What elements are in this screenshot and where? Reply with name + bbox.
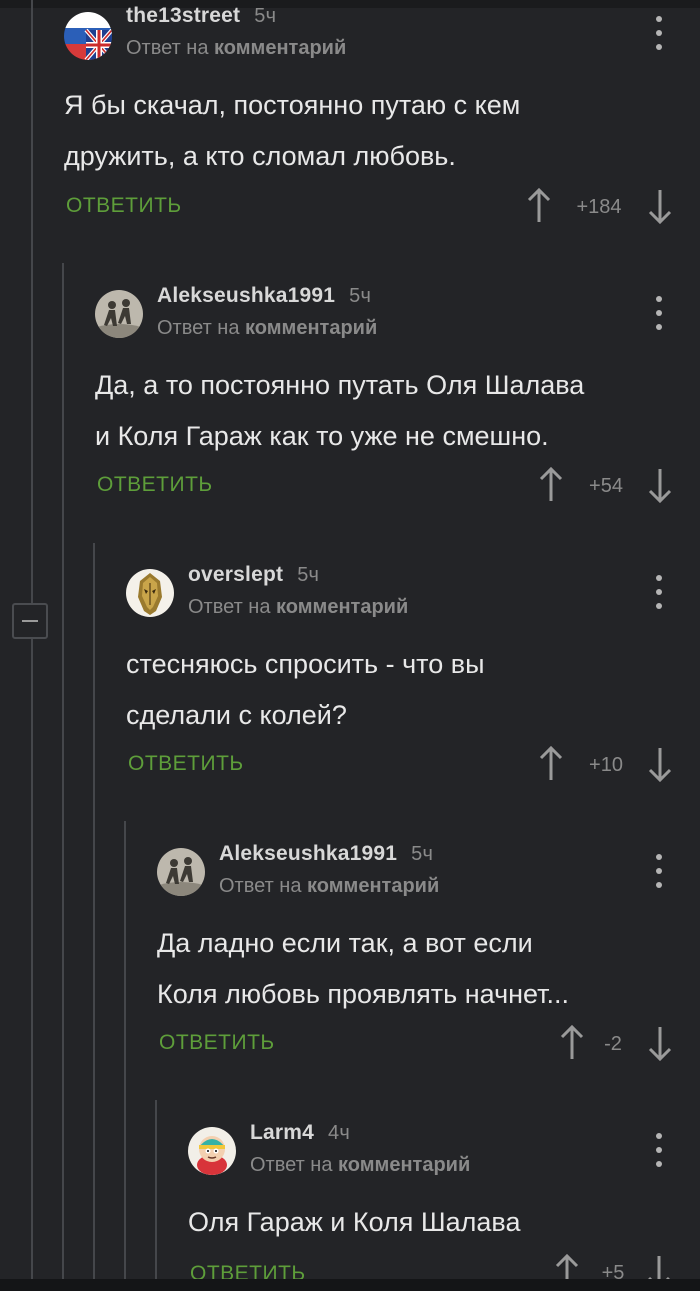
avatar[interactable] <box>157 848 205 896</box>
kebab-menu-icon[interactable] <box>654 1133 664 1167</box>
comment-time: 5ч <box>349 285 372 307</box>
username[interactable]: overslept 5ч <box>188 563 319 587</box>
comment-time: 4ч <box>328 1122 350 1144</box>
comment-body-line: Да ладно если так, а вот если <box>157 928 533 958</box>
reply-target-link[interactable]: комментарий <box>338 1154 470 1176</box>
reply-prefix: Ответ на <box>188 596 271 618</box>
reply-to-line: Ответ на комментарий <box>188 596 408 619</box>
arrow-down-icon[interactable] <box>647 188 673 224</box>
vote-controls: +10 <box>536 746 676 786</box>
reply-to-line: Ответ на комментарий <box>250 1154 470 1177</box>
vote-controls: +54 <box>536 467 676 507</box>
avatar[interactable] <box>188 1127 236 1175</box>
thread-line-level-4 <box>124 821 126 1279</box>
avatar[interactable] <box>64 12 112 60</box>
comment-5: Larm4 4ч Ответ на комментарий Оля Гараж и… <box>188 1107 700 1279</box>
arrow-up-icon[interactable] <box>526 188 552 224</box>
username[interactable]: Alekseushka1991 5ч <box>157 284 371 308</box>
silhouette-photo-avatar-icon <box>157 848 205 896</box>
vote-controls: -2 <box>557 1025 677 1065</box>
comment-body: Да ладно если так, а вот если Коля любов… <box>157 918 569 1020</box>
arrow-up-icon[interactable] <box>554 1254 580 1279</box>
arrow-down-icon[interactable] <box>647 746 673 782</box>
username-text[interactable]: Larm4 <box>250 1121 314 1144</box>
silhouette-photo-avatar-icon <box>95 290 143 338</box>
comment-time: 5ч <box>297 564 320 586</box>
vote-score: +54 <box>589 475 623 497</box>
avatar[interactable] <box>126 569 174 617</box>
comment-body-line: Да, а то постоянно путать Оля Шалава <box>95 370 585 400</box>
thread-line-level-5 <box>155 1100 157 1279</box>
reply-to-line: Ответ на комментарий <box>157 317 377 340</box>
username-text[interactable]: Alekseushka1991 <box>157 284 335 307</box>
comment-1: the13street 5ч Ответ на комментарий Я бы … <box>64 0 700 280</box>
username[interactable]: Larm4 4ч <box>250 1121 350 1145</box>
golden-mask-avatar-icon <box>126 569 174 617</box>
username-text[interactable]: Alekseushka1991 <box>219 842 397 865</box>
comment-time: 5ч <box>254 5 277 27</box>
avatar[interactable] <box>95 290 143 338</box>
username-text[interactable]: the13street <box>126 4 240 27</box>
comment-body-line: Я бы скачал, постоянно путаю с кем <box>64 90 521 120</box>
vote-score: +184 <box>576 196 622 218</box>
arrow-down-icon[interactable] <box>647 1025 673 1061</box>
reply-button[interactable]: ОТВЕТИТЬ <box>66 194 182 218</box>
vote-score: +5 <box>601 1262 625 1279</box>
kebab-menu-icon[interactable] <box>654 854 664 888</box>
arrow-up-icon[interactable] <box>538 467 564 503</box>
reply-prefix: Ответ на <box>250 1154 333 1176</box>
arrow-down-icon[interactable] <box>647 467 673 503</box>
comment-body: Оля Гараж и Коля Шалава <box>188 1197 521 1248</box>
kebab-menu-icon[interactable] <box>654 575 664 609</box>
arrow-up-icon[interactable] <box>538 746 564 782</box>
reply-target-link[interactable]: комментарий <box>276 596 408 618</box>
username[interactable]: the13street 5ч <box>126 4 276 28</box>
vote-controls: +184 <box>524 188 674 228</box>
comment-4: Alekseushka1991 5ч Ответ на комментарий Д… <box>157 828 700 1108</box>
reply-to-line: Ответ на комментарий <box>126 37 346 60</box>
arrow-down-icon[interactable] <box>646 1254 672 1279</box>
thread-line-level-1 <box>31 0 33 1279</box>
reply-button[interactable]: ОТВЕТИТЬ <box>159 1031 275 1055</box>
comment-body-line: Коля любовь проявлять начнет... <box>157 979 570 1009</box>
reply-prefix: Ответ на <box>126 37 209 59</box>
comment-body-line: сделали с колей? <box>126 700 347 730</box>
reply-to-line: Ответ на комментарий <box>219 875 439 898</box>
comment-body: стесняюсь спросить - что вы сделали с ко… <box>126 639 485 741</box>
username[interactable]: Alekseushka1991 5ч <box>219 842 433 866</box>
comment-time: 5ч <box>411 843 434 865</box>
reply-button[interactable]: ОТВЕТИТЬ <box>97 473 213 497</box>
comment-2: Alekseushka1991 5ч Ответ на комментарий Д… <box>95 270 700 550</box>
username-text[interactable]: overslept <box>188 563 283 586</box>
comment-body: Я бы скачал, постоянно путаю с кем дружи… <box>64 80 520 182</box>
reply-prefix: Ответ на <box>219 875 302 897</box>
vote-controls: +5 <box>552 1254 672 1279</box>
thread-line-level-3 <box>93 543 95 1279</box>
vote-score: -2 <box>604 1033 622 1055</box>
reply-target-link[interactable]: комментарий <box>307 875 439 897</box>
reply-prefix: Ответ на <box>157 317 240 339</box>
union-jack-avatar-icon <box>64 12 112 60</box>
kebab-menu-icon[interactable] <box>654 296 664 330</box>
comment-body-line: стесняюсь спросить - что вы <box>126 649 485 679</box>
collapse-minus-icon <box>22 620 38 622</box>
bottom-edge-bar <box>0 1279 700 1291</box>
comment-3: overslept 5ч Ответ на комментарий стесняю… <box>126 549 700 829</box>
vote-score: +10 <box>589 754 623 776</box>
cartoon-character-avatar-icon <box>188 1127 236 1175</box>
comment-body: Да, а то постоянно путать Оля Шалава и К… <box>95 360 584 462</box>
arrow-up-icon[interactable] <box>559 1025 585 1061</box>
comment-body-line: Оля Гараж и Коля Шалава <box>188 1207 521 1237</box>
reply-button[interactable]: ОТВЕТИТЬ <box>190 1262 306 1279</box>
thread-line-level-2 <box>62 263 64 1279</box>
reply-button[interactable]: ОТВЕТИТЬ <box>128 752 244 776</box>
reply-target-link[interactable]: комментарий <box>245 317 377 339</box>
reply-target-link[interactable]: комментарий <box>214 37 346 59</box>
comment-body-line: дружить, а кто сломал любовь. <box>64 141 456 171</box>
comment-body-line: и Коля Гараж как то уже не смешно. <box>95 421 549 451</box>
collapse-thread-button[interactable] <box>12 603 48 639</box>
kebab-menu-icon[interactable] <box>654 16 664 50</box>
